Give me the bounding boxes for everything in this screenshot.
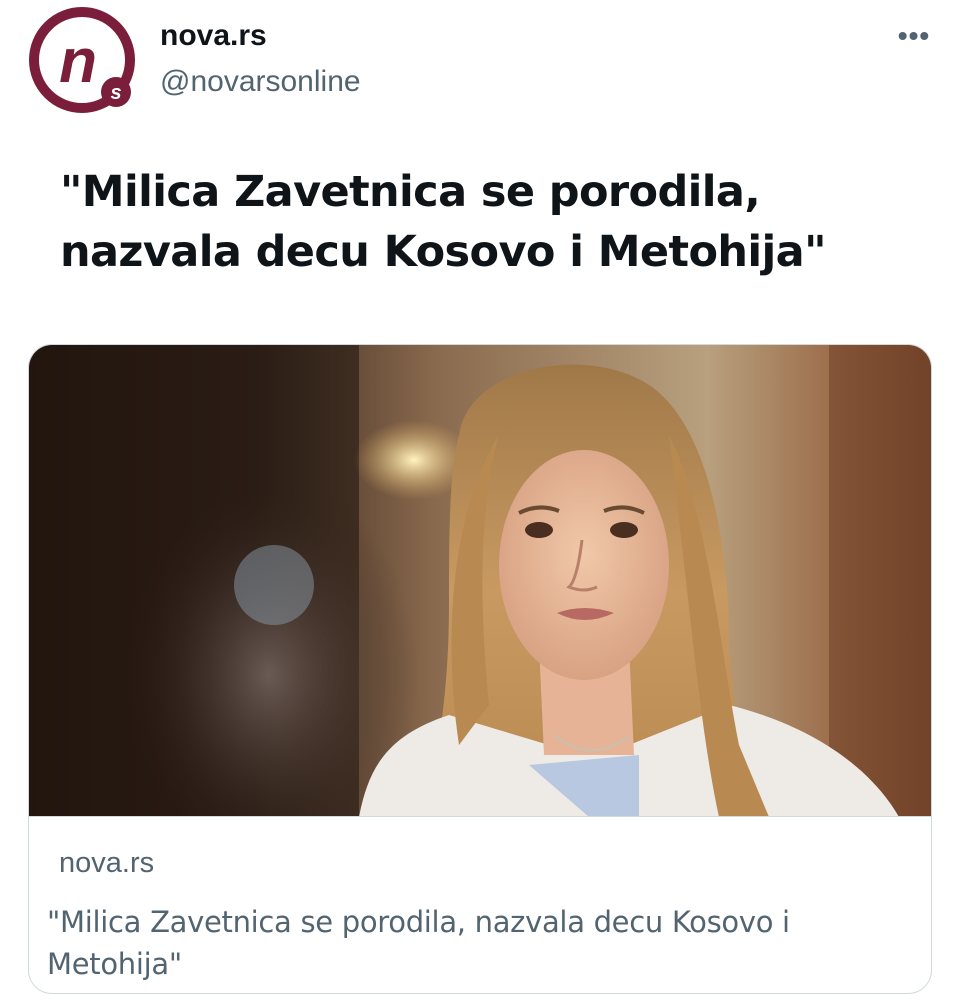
avatar[interactable]: n s	[28, 6, 136, 114]
news-photo-woman-icon	[29, 345, 931, 816]
nova-s-logo-icon: n s	[29, 7, 135, 113]
link-card[interactable]: nova.rs "Milica Zavetnica se porodila, n…	[28, 344, 932, 994]
handle[interactable]: @novarsonline	[160, 64, 361, 100]
card-image[interactable]	[29, 345, 931, 817]
more-dots-icon: •••	[897, 20, 931, 51]
display-name[interactable]: nova.rs	[160, 18, 361, 54]
svg-text:n: n	[59, 27, 97, 96]
svg-text:s: s	[110, 82, 121, 104]
tweet-text: "Milica Zavetnica se porodila, nazvala d…	[60, 167, 827, 277]
author-block[interactable]: nova.rs @novarsonline	[160, 18, 361, 100]
card-domain: nova.rs	[59, 847, 155, 879]
tweet: n s nova.rs @novarsonline ••• "Milica Za…	[0, 0, 960, 1006]
card-title: "Milica Zavetnica se porodila, nazvala d…	[47, 905, 790, 981]
more-button[interactable]: •••	[892, 20, 936, 52]
